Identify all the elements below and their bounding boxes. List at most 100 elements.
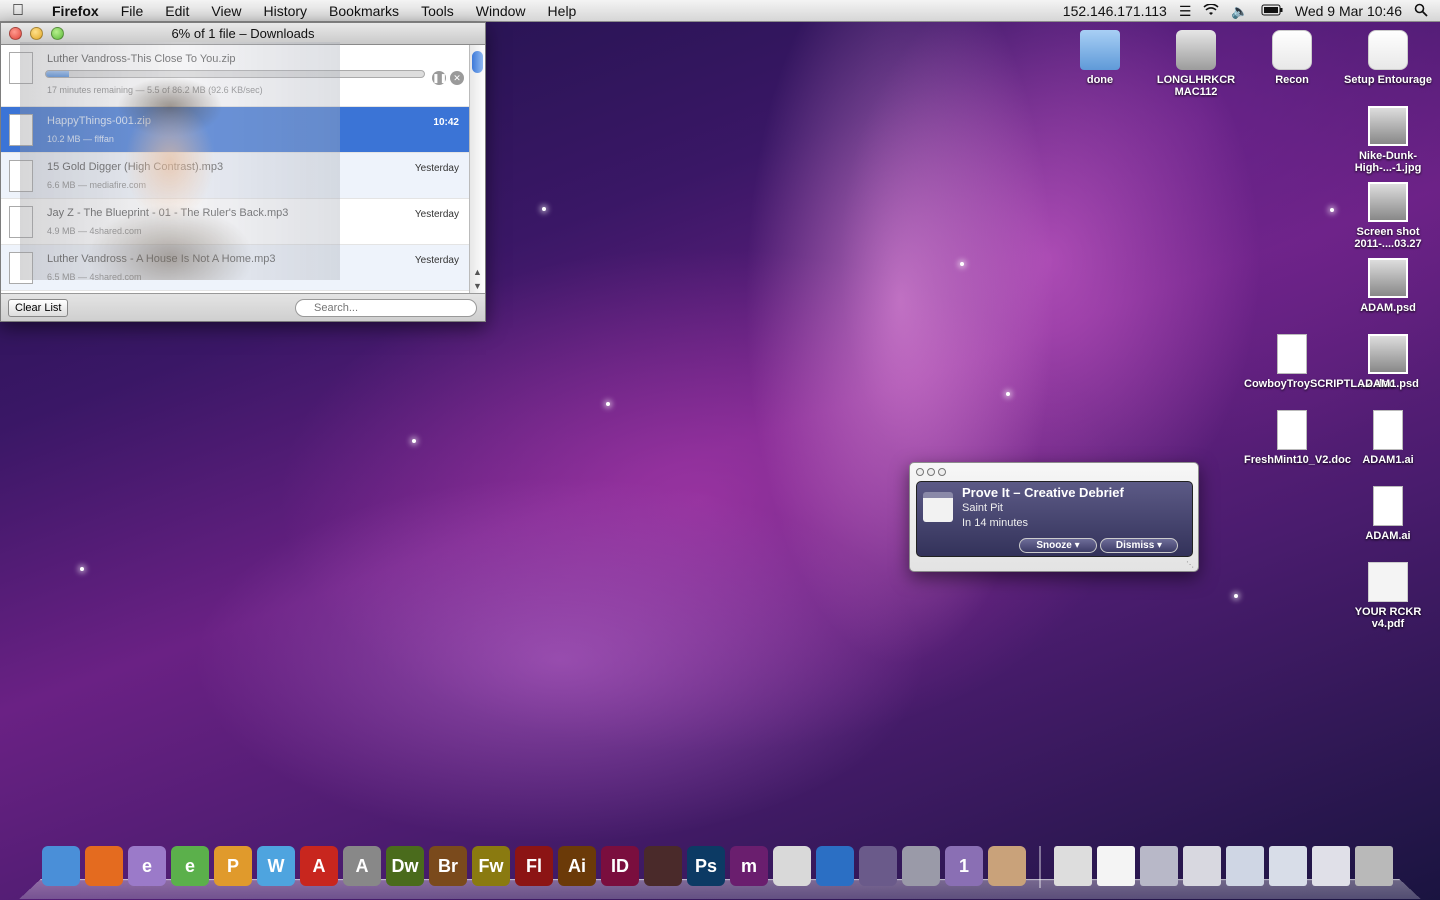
itunes-icon[interactable] [816,846,854,886]
desktop-icon-rckr-pdf[interactable]: YOUR RCKR v4.pdf [1340,562,1436,630]
window-stack-icon-2[interactable] [1226,846,1264,886]
window-stack-icon[interactable] [1183,846,1221,886]
calendar-app-icon[interactable] [773,846,811,886]
flash-icon[interactable]: Fl [515,846,553,886]
download-time: 10:42 [433,117,459,128]
star [606,402,610,406]
acrobat-distiller-icon[interactable]: A [343,846,381,886]
itunes-window-icon[interactable] [1312,846,1350,886]
menu-app-name[interactable]: Firefox [36,3,110,19]
dreamweaver-icon[interactable]: Dw [386,846,424,886]
edge-icon-4[interactable]: W [257,846,295,886]
pause-icon[interactable]: ❚❚ [432,71,447,85]
download-item[interactable]: Jay Z - The Blueprint - 01 - The Ruler's… [1,199,471,245]
acrobat-icon[interactable]: A [300,846,338,886]
edge-icon-2[interactable]: e [171,846,209,886]
desktop-icon-adam-ai[interactable]: ADAM.ai [1340,486,1436,542]
download-item[interactable]: Luther Vandross-This Close To You.zip 17… [1,45,471,107]
trash-icon[interactable] [1355,846,1393,886]
psd-file-icon [1368,258,1408,298]
desktop-icon-label: Screen shot 2011-....03.27 [1354,226,1422,250]
snooze-button[interactable]: Snooze ▾ [1019,538,1097,553]
downloads-list[interactable]: Luther Vandross-This Close To You.zip 17… [1,45,471,295]
desktop-icon-label: ADAM.psd [1360,302,1416,314]
alarm-clock-icon[interactable]: 1 [945,846,983,886]
download-item[interactable]: Luther Vandross - A House Is Not A Home.… [1,245,471,291]
cat-icon[interactable] [988,846,1026,886]
mp3-file-icon [9,252,33,284]
desktop-icon-setup-entourage[interactable]: Setup Entourage [1340,30,1436,86]
menu-bookmarks[interactable]: Bookmarks [318,3,410,19]
download-item[interactable]: HappyThings-001.zip 10.2 MB — flffan 10:… [1,107,471,153]
desktop-icon-screenshot[interactable]: Screen shot 2011-....03.27 [1340,182,1436,250]
battery-icon[interactable] [1261,3,1283,19]
menu-edit[interactable]: Edit [154,3,200,19]
desktop-icon-label: Setup Entourage [1343,74,1432,86]
photoshop-icon[interactable]: Ps [687,846,725,886]
firefox-icon[interactable] [85,846,123,886]
desktop-icon-cowboytroy-doc[interactable]: CowboyTroySCRIPTL...2.doc [1244,334,1395,390]
zoom-window-button[interactable] [51,27,64,40]
reminder-close-button[interactable] [916,468,924,476]
reminder-panel: Prove It – Creative Debrief Saint Pit In… [916,481,1193,557]
close-window-button[interactable] [9,27,22,40]
menu-tools[interactable]: Tools [410,3,465,19]
script-icon[interactable]: ☰ [1179,3,1192,20]
desktop-icon-recon[interactable]: Recon [1244,30,1340,86]
clear-list-button[interactable]: Clear List [8,299,69,317]
fireworks-icon[interactable]: Fw [472,846,510,886]
minimize-window-button[interactable] [30,27,43,40]
desktop-icon-disk[interactable]: LONGLHRKCR MAC112 [1148,30,1244,98]
menu-help[interactable]: Help [537,3,588,19]
menu-window[interactable]: Window [465,3,537,19]
pdf-doc-icon[interactable] [1054,846,1092,886]
cancel-icon[interactable]: ✕ [450,71,464,85]
desktop-icon-adam-psd[interactable]: ADAM.psd [1340,258,1436,314]
firefox-window-icon[interactable] [1269,846,1307,886]
desktop-icon-nike-jpg[interactable]: Nike-Dunk-High-...-1.jpg [1340,106,1436,174]
desktop-icon-label: Nike-Dunk-High-...-1.jpg [1354,150,1422,174]
dismiss-button[interactable]: Dismiss ▾ [1100,538,1178,553]
menu-history[interactable]: History [252,3,318,19]
desktop-icon-adam1-psd[interactable]: ADAM1.psd [1340,334,1436,390]
desktop-icon-label: YOUR RCKR v4.pdf [1354,606,1422,630]
search-input[interactable] [295,299,477,317]
download-name: Jay Z - The Blueprint - 01 - The Ruler's… [47,207,289,219]
screenshot-stack-icon[interactable] [1140,846,1178,886]
downloads-titlebar[interactable]: 6% of 1 file – Downloads [1,23,485,45]
indesign-icon[interactable]: ID [601,846,639,886]
menu-view[interactable]: View [200,3,252,19]
blank-doc-icon[interactable] [1097,846,1135,886]
apple-menu-icon[interactable]:  [0,2,36,20]
desktop-icon-adam1-ai[interactable]: ADAM1.ai [1340,410,1436,466]
scroll-down-icon[interactable]: ▼ [473,281,482,291]
edge-icon-3[interactable]: P [214,846,252,886]
star [412,439,416,443]
resize-grip-icon[interactable]: ⋱ [1186,560,1194,569]
wifi-icon[interactable] [1203,3,1219,19]
desktop-icon-done[interactable]: done [1052,30,1148,86]
download-item[interactable]: 15 Gold Digger (High Contrast).mp3 6.6 M… [1,153,471,199]
spotlight-icon[interactable] [1414,3,1428,20]
downloads-scrollbar[interactable]: ▲ ▼ [469,45,485,295]
desktop-icon-label: Recon [1275,74,1309,86]
reminder-zoom-button[interactable] [938,468,946,476]
clock[interactable]: Wed 9 Mar 10:46 [1295,3,1402,19]
m-app-icon[interactable]: m [730,846,768,886]
scroll-thumb[interactable] [472,51,483,73]
illustrator-icon[interactable]: Ai [558,846,596,886]
desktop-icon-freshmint-doc[interactable]: FreshMint10_V2.doc [1244,410,1351,466]
ip-address[interactable]: 152.146.171.113 [1063,3,1167,19]
edge-animate-icon[interactable]: e [128,846,166,886]
media-encoder-icon[interactable] [644,846,682,886]
menu-file[interactable]: File [110,3,155,19]
preview-icon[interactable] [902,846,940,886]
volume-icon[interactable]: 🔈 [1231,3,1248,20]
finder-icon[interactable] [42,846,80,886]
reminder-minimize-button[interactable] [927,468,935,476]
doc-file-icon [1277,410,1307,450]
bridge-icon[interactable]: Br [429,846,467,886]
mydvd-icon[interactable] [859,846,897,886]
folder-icon [1080,30,1120,70]
scroll-up-icon[interactable]: ▲ [473,267,482,277]
